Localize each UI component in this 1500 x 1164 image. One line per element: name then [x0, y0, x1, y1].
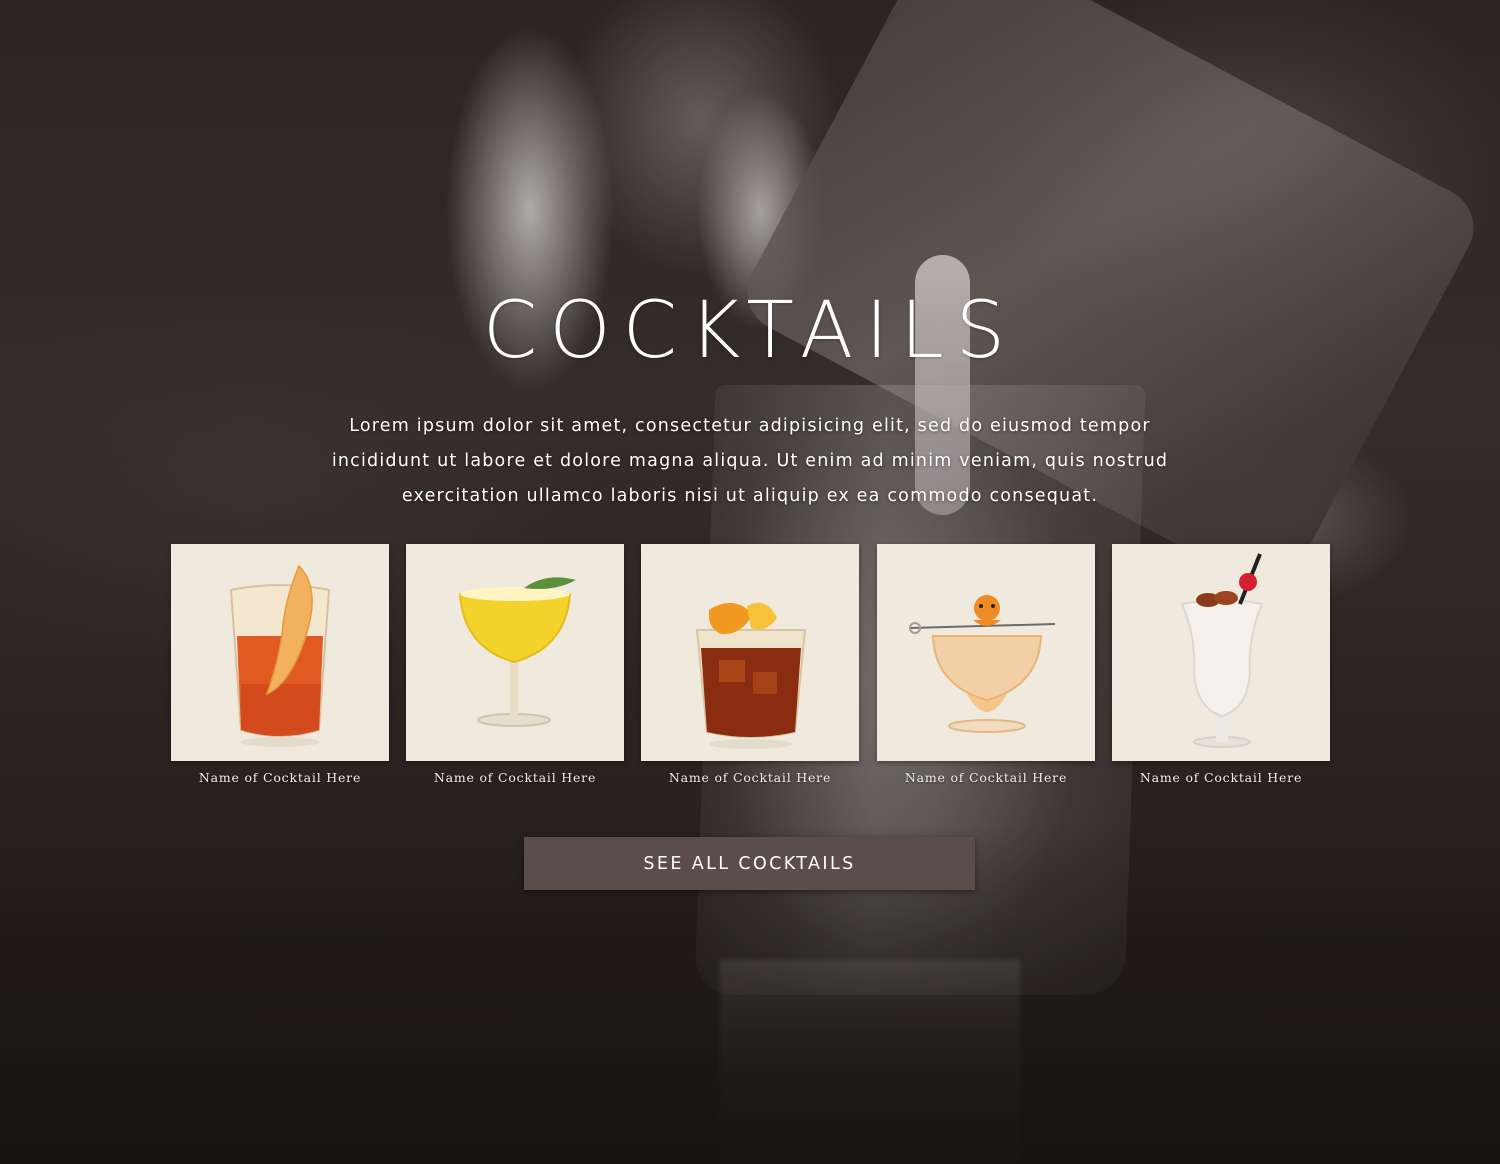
page-title: COCKTAILS	[482, 286, 1018, 376]
cocktail-name[interactable]: Name of Cocktail Here	[406, 770, 624, 785]
cocktail-gallery: Name of Cocktail Here Name of Cocktail H…	[171, 544, 1331, 804]
hero-content: COCKTAILS Lorem ipsum dolor sit amet, co…	[0, 0, 1500, 1164]
amber-rocks-glass-icon	[695, 602, 807, 749]
cocktail-card[interactable]: Name of Cocktail Here	[877, 544, 1095, 785]
white-hurricane-glass-icon	[1180, 553, 1264, 748]
cocktail-image-tile[interactable]	[877, 544, 1095, 761]
cocktail-name[interactable]: Name of Cocktail Here	[171, 770, 389, 785]
cocktail-name[interactable]: Name of Cocktail Here	[1112, 770, 1330, 785]
cocktail-card[interactable]: Name of Cocktail Here	[641, 544, 859, 785]
cocktail-card[interactable]: Name of Cocktail Here	[406, 544, 624, 785]
intro-text: Lorem ipsum dolor sit amet, consectetur …	[331, 416, 1169, 506]
cocktail-image-tile[interactable]	[171, 544, 389, 761]
cocktail-card[interactable]: Name of Cocktail Here	[1112, 544, 1330, 785]
see-all-cocktails-button[interactable]: SEE ALL COCKTAILS	[524, 837, 975, 890]
creamy-footed-glass-icon	[909, 595, 1056, 733]
cocktail-image-tile[interactable]	[406, 544, 624, 761]
cocktail-image-tile[interactable]	[1112, 544, 1330, 761]
cocktail-name[interactable]: Name of Cocktail Here	[877, 770, 1095, 785]
orange-spritz-glass-icon	[229, 564, 331, 747]
yellow-coupe-glass-icon	[458, 577, 576, 727]
cocktail-image-tile[interactable]	[641, 544, 859, 761]
cocktail-card[interactable]: Name of Cocktail Here	[171, 544, 389, 785]
cocktail-name[interactable]: Name of Cocktail Here	[641, 770, 859, 785]
cocktails-page: COCKTAILS Lorem ipsum dolor sit amet, co…	[0, 0, 1500, 1164]
